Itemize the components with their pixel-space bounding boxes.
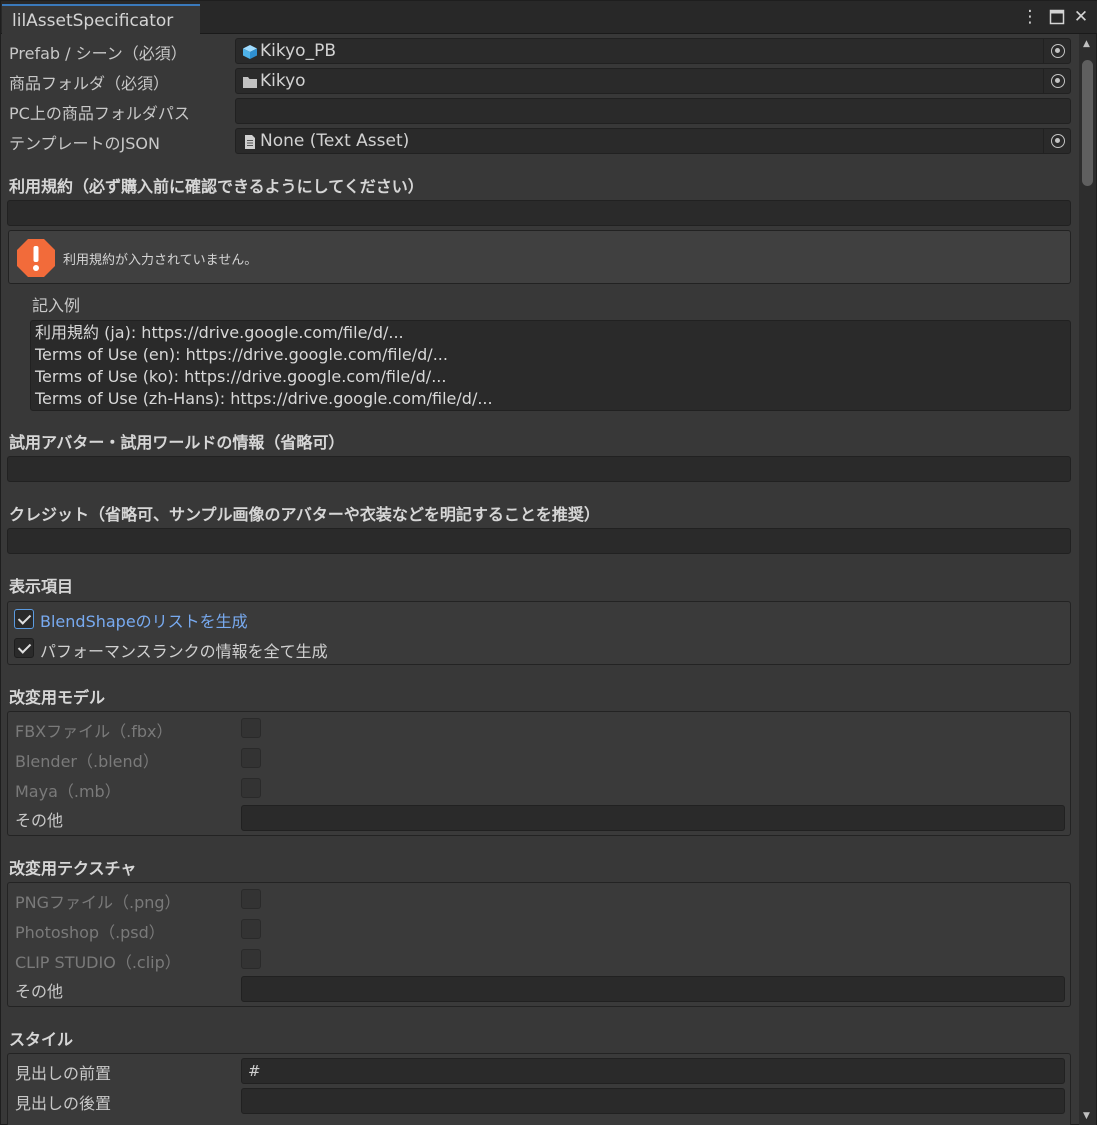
- performance-rank-checkbox[interactable]: [14, 638, 34, 658]
- asset-specificator-window: lilAssetSpecificator ⋮ ✕ Prefab / シーン（必須…: [0, 0, 1097, 1125]
- terms-example-textarea[interactable]: 利用規約 (ja): https://drive.google.com/file…: [30, 320, 1071, 411]
- heading-prefix-input[interactable]: #: [241, 1058, 1065, 1084]
- kebab-menu-icon[interactable]: ⋮: [1020, 7, 1040, 27]
- tab-lil-asset-specificator[interactable]: lilAssetSpecificator: [2, 4, 200, 34]
- example-line: 利用規約 (ja): https://drive.google.com/file…: [35, 323, 404, 342]
- png-label: PNGファイル（.png）: [15, 893, 181, 912]
- blendshape-list-checkbox[interactable]: [14, 609, 34, 629]
- maximize-icon[interactable]: [1047, 7, 1067, 27]
- product-folder-label: 商品フォルダ（必須）: [9, 74, 170, 93]
- scroll-up-arrow-icon[interactable]: ▲: [1083, 39, 1090, 49]
- blender-label: Blender（.blend）: [15, 752, 159, 771]
- model-title: 改変用モデル: [9, 688, 106, 707]
- texture-title: 改変用テクスチャ: [9, 859, 137, 878]
- display-items-box: BlendShapeのリストを生成 パフォーマンスランクの情報を全て生成: [7, 601, 1071, 665]
- terms-input[interactable]: [7, 200, 1071, 226]
- template-json-picker-button[interactable]: [1043, 129, 1070, 153]
- png-checkbox[interactable]: [241, 889, 261, 909]
- example-line: Terms of Use (en): https://drive.google.…: [35, 345, 448, 364]
- pc-path-label: PC上の商品フォルダパス: [9, 104, 190, 123]
- heading-prefix-label: 見出しの前置: [15, 1064, 112, 1083]
- texture-other-label: その他: [15, 982, 64, 1001]
- heading-suffix-label: 見出しの後置: [15, 1094, 112, 1113]
- clip-studio-checkbox[interactable]: [241, 949, 261, 969]
- photoshop-checkbox[interactable]: [241, 919, 261, 939]
- performance-rank-label[interactable]: パフォーマンスランクの情報を全て生成: [40, 638, 328, 662]
- heading-suffix-input[interactable]: [241, 1088, 1065, 1114]
- terms-warning-box: 利用規約が入力されていません。: [8, 230, 1071, 284]
- prefab-picker-button[interactable]: [1043, 39, 1070, 63]
- text-asset-icon: [245, 135, 255, 149]
- model-other-input[interactable]: [241, 805, 1065, 831]
- terms-title: 利用規約（必ず購入前に確認できるようにしてください）: [9, 177, 424, 196]
- pc-path-input[interactable]: [235, 98, 1071, 124]
- fbx-checkbox[interactable]: [241, 718, 261, 738]
- product-folder-picker-button[interactable]: [1043, 69, 1070, 93]
- photoshop-label: Photoshop（.psd）: [15, 923, 165, 942]
- model-other-label: その他: [15, 811, 64, 830]
- example-line: Terms of Use (ko): https://drive.google.…: [35, 367, 447, 386]
- blender-checkbox[interactable]: [241, 748, 261, 768]
- prefab-label: Prefab / シーン（必須）: [9, 44, 187, 63]
- prefab-object-field[interactable]: Kikyo_PB: [235, 38, 1071, 64]
- credit-title: クレジット（省略可、サンプル画像のアバターや衣装などを明記することを推奨）: [9, 505, 600, 524]
- credit-input[interactable]: [7, 528, 1071, 554]
- prefab-value: Kikyo_PB: [260, 41, 336, 61]
- trial-input[interactable]: [7, 456, 1071, 482]
- object-picker-icon: [1051, 44, 1065, 58]
- style-title: スタイル: [9, 1030, 74, 1049]
- inspector-content: Prefab / シーン（必須） Kikyo_PB 商品フォルダ（必須） Kik…: [1, 34, 1079, 1125]
- clip-studio-label: CLIP STUDIO（.clip）: [15, 953, 181, 972]
- vertical-scrollbar[interactable]: ▲ ▼: [1079, 34, 1096, 1125]
- template-json-field[interactable]: None (Text Asset): [235, 128, 1071, 154]
- example-line: Terms of Use (zh-Hans): https://drive.go…: [35, 389, 493, 408]
- scroll-down-arrow-icon[interactable]: ▼: [1083, 1111, 1090, 1121]
- texture-box: PNGファイル（.png） Photoshop（.psd） CLIP STUDI…: [7, 882, 1071, 1007]
- display-items-title: 表示項目: [9, 577, 74, 596]
- product-folder-value: Kikyo: [260, 71, 306, 91]
- template-json-value: None (Text Asset): [260, 131, 410, 151]
- object-picker-icon: [1051, 134, 1065, 148]
- fbx-label: FBXファイル（.fbx）: [15, 722, 173, 741]
- model-box: FBXファイル（.fbx） Blender（.blend） Maya（.mb） …: [7, 711, 1071, 836]
- folder-icon: [243, 77, 257, 88]
- maya-checkbox[interactable]: [241, 778, 261, 798]
- example-label: 記入例: [32, 296, 81, 315]
- close-icon[interactable]: ✕: [1071, 7, 1091, 27]
- warning-icon: [17, 239, 55, 277]
- scroll-thumb[interactable]: [1082, 60, 1093, 186]
- object-picker-icon: [1051, 74, 1065, 88]
- product-folder-field[interactable]: Kikyo: [235, 68, 1071, 94]
- maya-label: Maya（.mb）: [15, 782, 121, 801]
- trial-title: 試用アバター・試用ワールドの情報（省略可）: [9, 433, 345, 452]
- blendshape-list-label[interactable]: BlendShapeのリストを生成: [40, 608, 248, 632]
- style-box: 見出しの前置 # 見出しの後置: [7, 1053, 1071, 1125]
- terms-warning-text: 利用規約が入力されていません。: [63, 253, 258, 268]
- window-titlebar: lilAssetSpecificator ⋮ ✕: [1, 1, 1097, 34]
- prefab-cube-icon: [243, 45, 257, 59]
- texture-other-input[interactable]: [241, 976, 1065, 1002]
- template-json-label: テンプレートのJSON: [9, 134, 160, 153]
